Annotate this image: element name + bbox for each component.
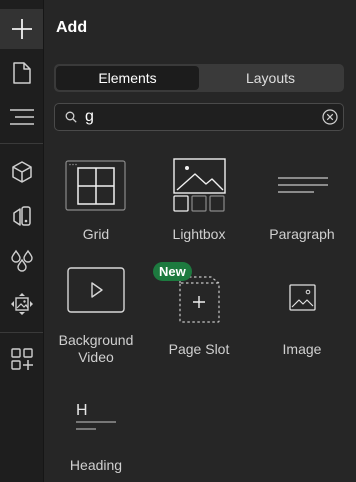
add-panel-button[interactable] xyxy=(0,9,43,49)
style-button[interactable] xyxy=(0,196,43,236)
image-icon xyxy=(289,284,316,311)
search-input[interactable] xyxy=(85,107,315,127)
panel-tabs: Elements Layouts xyxy=(54,64,344,92)
pages-button[interactable] xyxy=(0,53,43,93)
search-icon xyxy=(65,111,77,123)
element-lightbox[interactable]: Lightbox xyxy=(149,158,249,248)
rail-divider xyxy=(0,332,43,333)
clear-search-icon[interactable] xyxy=(322,109,338,125)
lightbox-icon xyxy=(173,158,226,212)
paint-icon xyxy=(12,206,31,226)
search-box xyxy=(54,103,344,131)
tab-elements[interactable]: Elements xyxy=(56,66,199,90)
add-panel: Add Elements Layouts Grid xyxy=(44,0,356,482)
element-page-slot[interactable]: New Page Slot xyxy=(149,262,249,366)
drops-icon xyxy=(10,249,33,272)
left-toolbar xyxy=(0,0,44,482)
layers-icon xyxy=(9,109,34,125)
panel-title: Add xyxy=(56,19,88,36)
plus-icon xyxy=(11,19,32,39)
element-grid[interactable]: Grid xyxy=(46,158,146,248)
element-label: Lightbox xyxy=(172,226,226,242)
variables-button[interactable] xyxy=(0,240,43,280)
cube-icon xyxy=(11,161,32,183)
apps-button[interactable] xyxy=(0,339,43,379)
element-paragraph[interactable]: Paragraph xyxy=(252,158,352,248)
element-label: Paragraph xyxy=(269,226,335,242)
element-label: Background Video xyxy=(58,332,134,365)
heading-icon: H xyxy=(76,402,116,430)
element-label: Page Slot xyxy=(168,341,230,357)
components-button[interactable] xyxy=(0,152,43,192)
element-background-video[interactable]: Background Video xyxy=(46,266,146,366)
background-video-icon xyxy=(67,267,125,313)
grid-icon xyxy=(65,160,126,211)
page-icon xyxy=(12,62,31,84)
tab-layouts[interactable]: Layouts xyxy=(199,66,342,90)
element-label: Grid xyxy=(82,226,110,242)
layers-button[interactable] xyxy=(0,97,43,137)
app: Add Elements Layouts Grid xyxy=(0,0,356,482)
media-icon xyxy=(10,293,33,315)
element-label: Heading xyxy=(69,457,123,473)
rail-divider xyxy=(0,143,43,144)
apps-add-icon xyxy=(10,348,33,370)
paragraph-icon xyxy=(278,177,328,193)
heading-glyph: H xyxy=(76,402,88,419)
element-label: Image xyxy=(282,341,322,357)
element-image[interactable]: Image xyxy=(252,266,352,366)
new-badge: New xyxy=(153,262,192,281)
assets-button[interactable] xyxy=(0,284,43,324)
element-heading[interactable]: H Heading xyxy=(46,382,146,482)
